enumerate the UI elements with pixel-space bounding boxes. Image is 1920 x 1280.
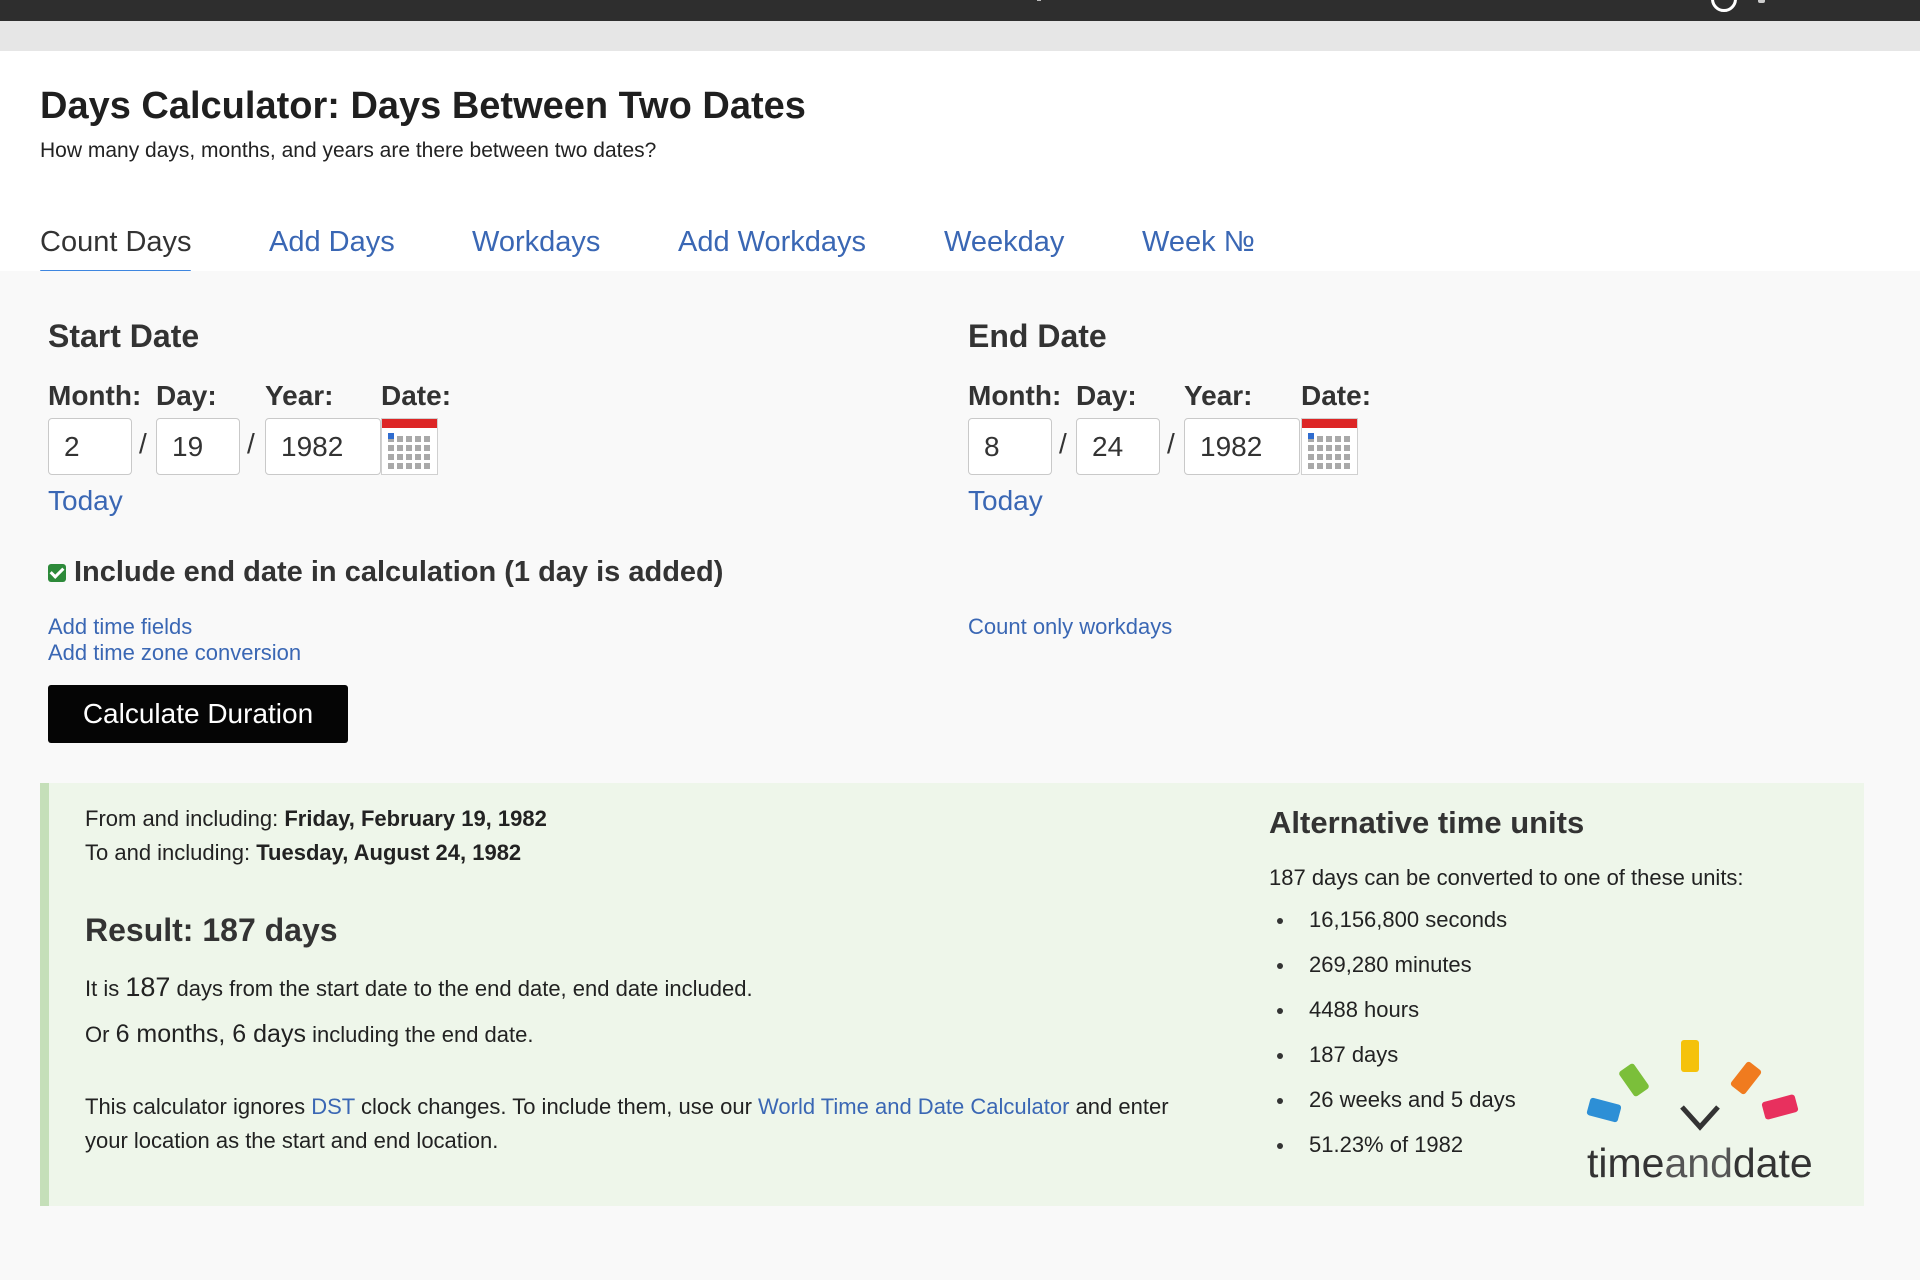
- page-title: Days Calculator: Days Between Two Dates: [40, 85, 806, 127]
- list-item: 4488 hours: [1269, 995, 1516, 1040]
- count-workdays-link[interactable]: Count only workdays: [968, 614, 1172, 640]
- list-item: 16,156,800 seconds: [1269, 905, 1516, 950]
- end-month-label: Month:: [968, 380, 1062, 411]
- include-end-date-label[interactable]: Include end date in calculation (1 day i…: [74, 556, 723, 589]
- logo-text-time: time: [1587, 1140, 1665, 1186]
- date-separator: /: [139, 428, 147, 459]
- date-separator: /: [1059, 428, 1067, 459]
- tab-weekday[interactable]: Weekday: [944, 226, 1064, 259]
- calendar-header: [1302, 419, 1357, 428]
- start-month-input[interactable]: 2: [48, 418, 132, 475]
- end-day-input[interactable]: 24: [1076, 418, 1160, 475]
- logo-wordmark: timeanddate: [1587, 1140, 1813, 1187]
- calculator-tabs: Count Days Add Days Workdays Add Workday…: [0, 220, 1920, 271]
- calendar-grid: [1308, 433, 1352, 469]
- end-year-input[interactable]: 1982: [1184, 418, 1300, 475]
- result-line2-prefix: Or: [85, 1022, 110, 1047]
- end-date-title: End Date: [968, 318, 1107, 354]
- calculate-duration-button[interactable]: Calculate Duration: [48, 685, 348, 743]
- start-calendar-icon[interactable]: [381, 418, 438, 475]
- add-time-zone-link[interactable]: Add time zone conversion: [48, 640, 301, 666]
- tab-workdays[interactable]: Workdays: [472, 226, 600, 259]
- end-year-label: Year:: [1184, 380, 1253, 411]
- to-date: Tuesday, August 24, 1982: [256, 840, 522, 865]
- include-end-date-checkbox[interactable]: [48, 564, 66, 582]
- from-line: From and including: Friday, February 19,…: [85, 806, 547, 832]
- start-day-input[interactable]: 19: [156, 418, 240, 475]
- from-date: Friday, February 19, 1982: [284, 806, 547, 831]
- result-days-number: 187: [125, 972, 171, 1002]
- end-calendar-icon[interactable]: [1301, 418, 1358, 475]
- calendar-grid: [388, 433, 432, 469]
- tab-count-days[interactable]: Count Days: [40, 226, 192, 259]
- list-item: 26 weeks and 5 days: [1269, 1085, 1516, 1130]
- calendar-selected-cell: [1308, 433, 1314, 439]
- list-item: 187 days: [1269, 1040, 1516, 1085]
- calendar-header: [382, 419, 437, 428]
- start-date-label: Date:: [381, 380, 452, 411]
- start-year-input[interactable]: 1982: [265, 418, 381, 475]
- result-heading: Result: 187 days: [85, 912, 338, 948]
- tab-add-days[interactable]: Add Days: [269, 226, 395, 259]
- start-month-label: Month:: [48, 380, 142, 411]
- start-day-label: Day:: [156, 380, 217, 411]
- result-line-months: Or 6 months, 6 days including the end da…: [85, 1020, 534, 1049]
- start-today-link[interactable]: Today: [48, 485, 123, 517]
- note-text-2: clock changes. To include them, use our: [360, 1094, 752, 1119]
- calendar-selected-cell: [388, 433, 394, 439]
- alternative-units-heading: Alternative time units: [1269, 805, 1585, 840]
- page-subtitle: How many days, months, and years are the…: [40, 139, 657, 162]
- list-item: 51.23% of 1982: [1269, 1130, 1516, 1175]
- logo-text-and: and: [1664, 1140, 1733, 1186]
- dst-note-line-2: your location as the start and end locat…: [85, 1128, 499, 1153]
- list-item: 269,280 minutes: [1269, 950, 1516, 995]
- dst-note-line: This calculator ignores DST clock change…: [85, 1094, 1169, 1120]
- dst-link[interactable]: DST: [311, 1094, 355, 1119]
- top-bar-mark: [1037, 0, 1041, 1]
- result-line-days: It is 187 days from the start date to th…: [85, 972, 753, 1003]
- world-time-calculator-link[interactable]: World Time and Date Calculator: [758, 1094, 1069, 1119]
- tab-add-workdays[interactable]: Add Workdays: [678, 226, 866, 259]
- date-separator: /: [1167, 428, 1175, 459]
- from-prefix: From and including:: [85, 806, 279, 831]
- start-date-title: Start Date: [48, 318, 200, 354]
- to-prefix: To and including:: [85, 840, 251, 865]
- sub-navigation-bar: [0, 21, 1920, 51]
- result-line2-suffix: including the end date.: [312, 1022, 534, 1047]
- logo-text-date: date: [1732, 1140, 1813, 1186]
- end-today-link[interactable]: Today: [968, 485, 1043, 517]
- end-date-heading: End Date: [968, 318, 1107, 355]
- note-text-1: This calculator ignores: [85, 1094, 306, 1119]
- result-months-value: 6 months, 6 days: [115, 1020, 306, 1048]
- start-date-heading: Start Date: [48, 318, 199, 355]
- date-separator: /: [247, 428, 255, 459]
- result-line1-prefix: It is: [85, 976, 120, 1001]
- end-month-input[interactable]: 8: [968, 418, 1052, 475]
- tab-week-number[interactable]: Week №: [1142, 226, 1255, 259]
- end-date-label: Date:: [1301, 380, 1372, 411]
- alternative-units-list: 16,156,800 seconds 269,280 minutes 4488 …: [1269, 905, 1516, 1175]
- note-text-3: and enter: [1075, 1094, 1169, 1119]
- browser-top-bar: [0, 0, 1920, 21]
- account-icon[interactable]: [1711, 0, 1737, 12]
- result-line1-suffix: days from the start date to the end date…: [176, 976, 753, 1001]
- end-day-label: Day:: [1076, 380, 1137, 411]
- add-time-fields-link[interactable]: Add time fields: [48, 614, 192, 640]
- alternative-units-intro: 187 days can be converted to one of thes…: [1269, 865, 1744, 890]
- start-year-label: Year:: [265, 380, 334, 411]
- menu-icon[interactable]: [1758, 0, 1765, 3]
- to-line: To and including: Tuesday, August 24, 19…: [85, 840, 521, 866]
